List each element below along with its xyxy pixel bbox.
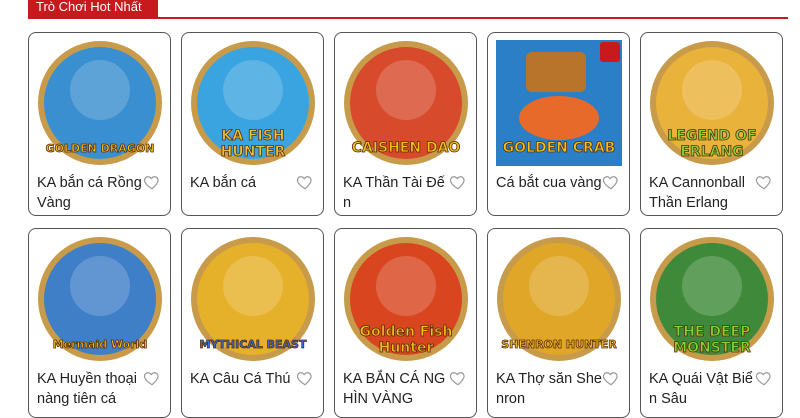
game-thumbnail[interactable]: THE DEEP MONSTER [649,236,775,362]
game-logo-text: GOLDEN CRAB [503,140,616,156]
favorite-heart-icon[interactable] [449,173,467,191]
game-thumbnail[interactable]: CAISHEN DAO [343,40,469,166]
favorite-heart-icon[interactable] [755,173,773,191]
game-logo-text: KA FISH [221,128,284,144]
game-grid: GOLDEN DRAGON KA bắn cá Rồng Vàng KA FISH H… [28,32,788,418]
game-name[interactable]: KA BẮN CÁ NGHÌN VÀNG [343,369,451,409]
crab-icon: GOLDEN CRAB [496,40,622,166]
game-name[interactable]: KA Thợ săn Shenron [496,369,604,409]
game-thumbnail[interactable]: Golden Fish Hunter [343,236,469,362]
game-thumbnail[interactable]: KA FISH HUNTER [190,40,316,166]
favorite-heart-icon[interactable] [602,369,620,387]
shenron-icon: SHENRON HUNTER [497,237,621,361]
favorite-heart-icon[interactable] [143,173,161,191]
game-name[interactable]: KA bắn cá Rồng Vàng [37,173,145,213]
game-thumbnail[interactable]: SHENRON HUNTER [496,236,622,362]
game-name[interactable]: KA Huyền thoại nàng tiên cá [37,369,145,409]
favorite-heart-icon[interactable] [449,369,467,387]
game-card[interactable]: LEGEND OF ERLANG KA Cannonball Thần Erlang [640,32,783,216]
game-logo-text: Mermaid World [53,338,148,351]
game-name[interactable]: Cá bắt cua vàng [496,173,604,193]
game-logo-text: HUNTER [221,144,286,160]
game-thumbnail[interactable]: MYTHICAL BEAST [190,236,316,362]
game-name[interactable]: KA Thần Tài Đến [343,173,451,213]
favorite-heart-icon[interactable] [602,173,620,191]
game-thumbnail[interactable]: Mermaid World [37,236,163,362]
game-card[interactable]: Golden Fish Hunter KA BẮN CÁ NGHÌN VÀNG [334,228,477,418]
favorite-heart-icon[interactable] [296,173,314,191]
favorite-heart-icon[interactable] [296,369,314,387]
section-title: Trò Chơi Hot Nhất [28,0,158,18]
game-card[interactable]: GOLDEN CRAB Cá bắt cua vàng [487,32,630,216]
beast-icon: MYTHICAL BEAST [191,237,315,361]
game-card[interactable]: Mermaid World KA Huyền thoại nàng tiên cá [28,228,171,418]
game-name[interactable]: KA Cannonball Thần Erlang [649,173,757,213]
game-name[interactable]: KA Câu Cá Thú [190,369,298,389]
game-thumbnail[interactable]: GOLDEN DRAGON [37,40,163,166]
game-logo-text: Hunter [379,340,434,356]
game-logo-text: Golden Fish [360,324,453,340]
game-name[interactable]: KA bắn cá [190,173,298,193]
game-logo-text: MONSTER [673,340,751,356]
game-card[interactable]: SHENRON HUNTER KA Thợ săn Shenron [487,228,630,418]
game-logo-text: GOLDEN DRAGON [46,142,155,155]
game-thumbnail[interactable]: GOLDEN CRAB [496,40,622,166]
game-logo-text: THE DEEP [674,324,751,340]
favorite-heart-icon[interactable] [755,369,773,387]
game-card[interactable]: MYTHICAL BEAST KA Câu Cá Thú [181,228,324,418]
game-card[interactable]: CAISHEN DAO KA Thần Tài Đến [334,32,477,216]
game-card[interactable]: KA FISH HUNTER KA bắn cá [181,32,324,216]
game-logo-text: SHENRON HUNTER [501,338,617,351]
game-thumbnail[interactable]: LEGEND OF ERLANG [649,40,775,166]
game-name[interactable]: KA Quái Vật Biển Sâu [649,369,757,409]
section-divider [28,17,788,19]
goldfish-icon: Golden FishHunter [344,237,468,361]
favorite-heart-icon[interactable] [143,369,161,387]
game-card[interactable]: THE DEEP MONSTER KA Quái Vật Biển Sâu [640,228,783,418]
caishen-icon: CAISHEN DAO [344,41,468,165]
game-logo-text: CAISHEN DAO [352,140,461,156]
erlang-icon: LEGEND OFERLANG [650,41,774,165]
game-logo-text: ERLANG [680,144,743,160]
game-card[interactable]: GOLDEN DRAGON KA bắn cá Rồng Vàng [28,32,171,216]
shark-icon: KA FISHHUNTER [191,41,315,165]
game-logo-text: LEGEND OF [667,128,756,144]
mermaid-icon: Mermaid World [38,237,162,361]
dragon-icon: GOLDEN DRAGON [38,41,162,165]
crocodile-icon: THE DEEPMONSTER [650,237,774,361]
game-logo-text: MYTHICAL BEAST [200,338,307,351]
